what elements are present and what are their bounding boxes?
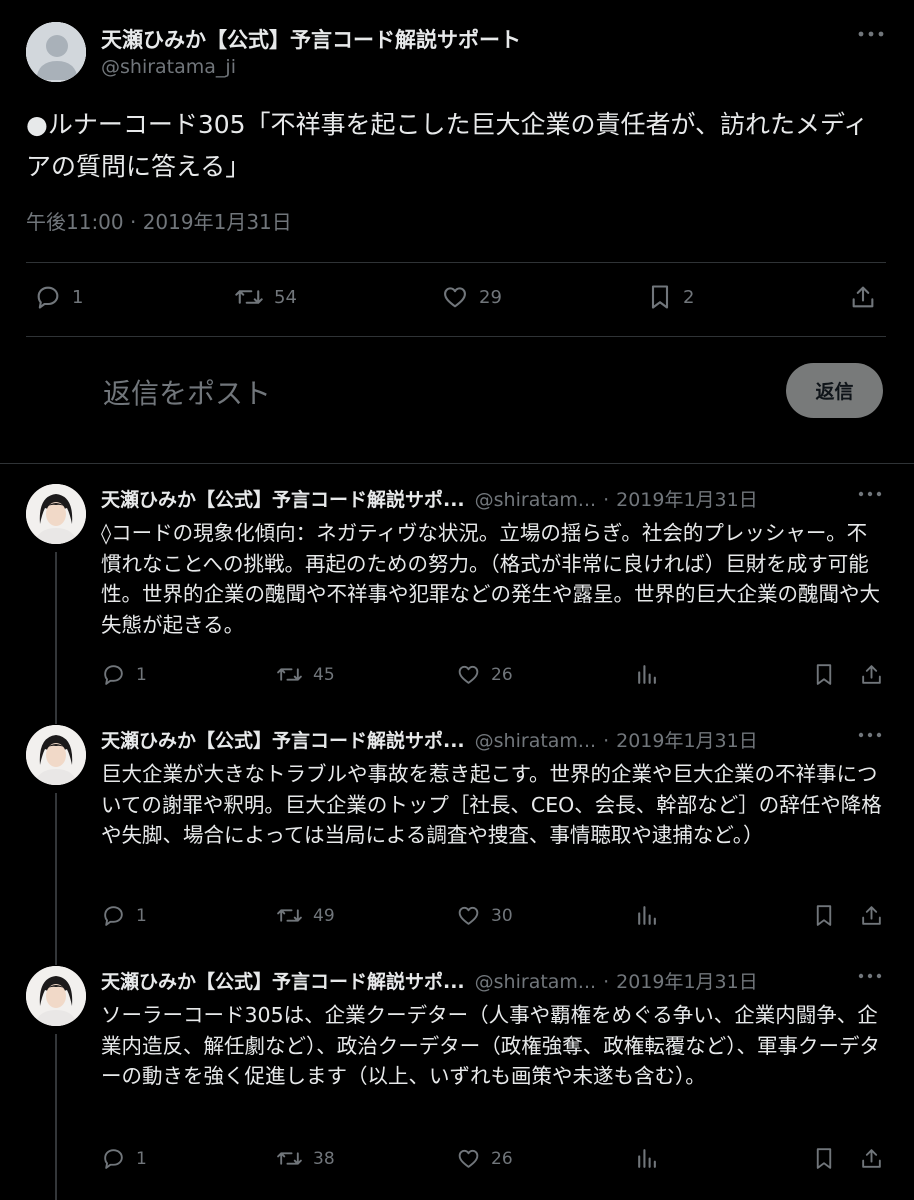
views-action[interactable] (634, 662, 659, 687)
tweet-text: 巨大企業が大きなトラブルや事故を惹き起こす。世界的企業や巨大企業の不祥事について… (101, 762, 882, 847)
bookmark-action[interactable] (812, 662, 836, 687)
repost-icon (276, 662, 303, 687)
tweet-text: ◊コードの現象化傾向：ネガティヴな状況。立場の揺らぎ。社会的プレッシャー。不慣れ… (101, 521, 880, 637)
reply-button[interactable]: 返信 (786, 363, 883, 418)
repost-action[interactable]: 45 (276, 662, 335, 687)
handle[interactable]: @shiratam... (475, 730, 596, 752)
main-tweet: 天瀬ひみか【公式】予言コード解説サポート @shiratama_ji ●ルナーコ… (0, 0, 914, 463)
bookmark-icon (812, 662, 836, 687)
reply-action[interactable]: 1 (101, 662, 147, 687)
more-options-icon[interactable] (858, 30, 884, 38)
reply-icon (101, 662, 126, 687)
analytics-icon (634, 903, 659, 928)
heart-icon (456, 1146, 481, 1171)
handle[interactable]: @shiratama_ji (101, 56, 236, 78)
repost-count: 54 (274, 286, 297, 308)
bookmark-icon (647, 283, 673, 311)
views-action[interactable] (634, 1146, 659, 1171)
more-options-icon[interactable] (858, 490, 882, 498)
avatar[interactable] (26, 966, 86, 1026)
tweet-text: ソーラーコード305は、企業クーデター（人事や覇権をめぐる争い、企業内闘争、企業… (101, 1003, 880, 1088)
tweet-date[interactable]: 2019年1月31日 (616, 485, 758, 512)
bookmark-action[interactable] (812, 903, 836, 928)
avatar[interactable] (26, 484, 86, 544)
share-icon (859, 662, 884, 687)
bookmark-icon (812, 903, 836, 928)
avatar[interactable] (26, 725, 86, 785)
reply-action[interactable]: 1 (34, 283, 83, 311)
display-name[interactable]: 天瀬ひみか【公式】予言コード解説サポ... (101, 967, 465, 994)
bookmark-action[interactable]: 2 (647, 283, 694, 311)
reply-icon (101, 903, 126, 928)
more-options-icon[interactable] (858, 731, 882, 739)
display-name[interactable]: 天瀬ひみか【公式】予言コード解説サポ... (101, 485, 465, 512)
reply-action[interactable]: 1 (101, 1146, 147, 1171)
reply-icon (34, 283, 62, 311)
repost-icon (276, 903, 303, 928)
thread-line (55, 793, 57, 965)
share-action[interactable] (859, 662, 884, 687)
separator-dot: · (603, 489, 610, 511)
like-action[interactable]: 26 (456, 662, 513, 687)
repost-count: 38 (313, 1148, 335, 1169)
handle[interactable]: @shiratam... (475, 489, 596, 511)
share-icon (859, 1146, 884, 1171)
views-action[interactable] (634, 903, 659, 928)
repost-count: 45 (313, 664, 335, 685)
repost-icon (234, 283, 264, 311)
handle[interactable]: @shiratam... (475, 971, 596, 993)
share-action[interactable] (859, 903, 884, 928)
heart-icon (441, 283, 469, 311)
separator-dot: · (603, 971, 610, 993)
share-icon (849, 283, 877, 311)
analytics-icon (634, 1146, 659, 1171)
reply-count: 1 (136, 1148, 147, 1169)
like-count: 29 (479, 286, 502, 308)
like-action[interactable]: 30 (456, 903, 513, 928)
bookmark-action[interactable] (812, 1146, 836, 1171)
repost-count: 49 (313, 905, 335, 926)
share-action[interactable] (849, 283, 877, 311)
thread-line (55, 1034, 57, 1200)
reply-action[interactable]: 1 (101, 903, 147, 928)
tweet-timestamp[interactable]: 午後11:00 · 2019年1月31日 (26, 206, 292, 235)
reply-input[interactable]: 返信をポスト (103, 372, 271, 412)
tweet-date[interactable]: 2019年1月31日 (616, 967, 758, 994)
bookmark-icon (812, 1146, 836, 1171)
heart-icon (456, 903, 481, 928)
reply-count: 1 (136, 905, 147, 926)
share-icon (859, 903, 884, 928)
like-count: 26 (491, 1148, 513, 1169)
display-name[interactable]: 天瀬ひみか【公式】予言コード解説サポート (101, 24, 521, 54)
like-count: 26 (491, 664, 513, 685)
like-action[interactable]: 29 (441, 283, 502, 311)
thread-line (55, 552, 57, 724)
like-action[interactable]: 26 (456, 1146, 513, 1171)
repost-action[interactable]: 54 (234, 283, 297, 311)
reply-icon (101, 1146, 126, 1171)
tweet-text: ●ルナーコード305「不祥事を起こした巨大企業の責任者が、訪れたメディアの質問に… (26, 110, 869, 181)
more-options-icon[interactable] (858, 972, 882, 980)
bookmark-count: 2 (683, 286, 695, 308)
reply-count: 1 (136, 664, 147, 685)
user-avatar (26, 22, 86, 82)
repost-icon (276, 1146, 303, 1171)
share-action[interactable] (859, 1146, 884, 1171)
display-name[interactable]: 天瀬ひみか【公式】予言コード解説サポ... (101, 726, 465, 753)
like-count: 30 (491, 905, 513, 926)
analytics-icon (634, 662, 659, 687)
separator-dot: · (603, 730, 610, 752)
heart-icon (456, 662, 481, 687)
divider (26, 262, 886, 263)
reply-count: 1 (72, 286, 84, 308)
repost-action[interactable]: 38 (276, 1146, 335, 1171)
tweet-date[interactable]: 2019年1月31日 (616, 726, 758, 753)
divider (0, 463, 914, 464)
divider (26, 336, 886, 337)
repost-action[interactable]: 49 (276, 903, 335, 928)
